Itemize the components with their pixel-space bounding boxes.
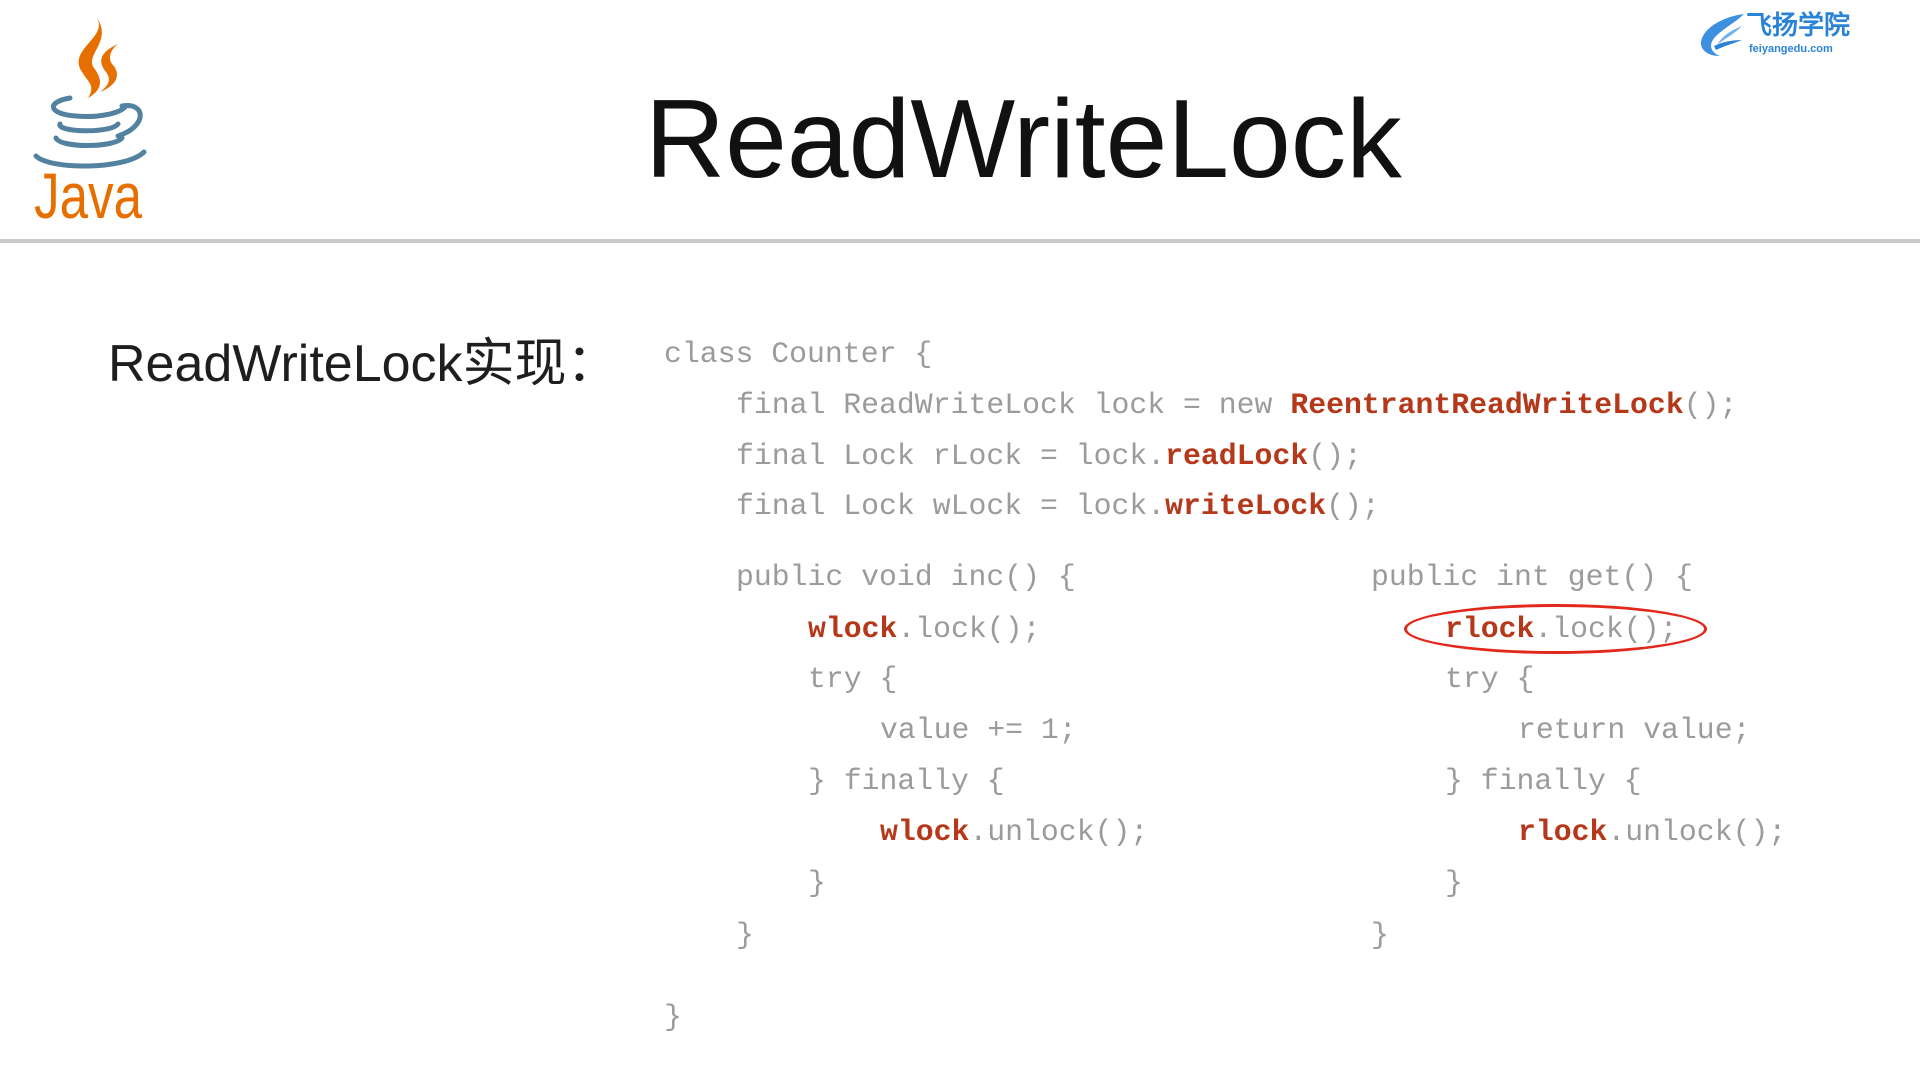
code-line-get-finally-close: } [1445,858,1463,909]
code-text: } [664,1000,682,1034]
brand-name: 飞扬学院 [1746,11,1851,41]
code-line-get-signature: public int get() { [1371,552,1693,603]
code-text: } finally { [808,764,1005,798]
code-text: } [1445,866,1463,900]
code-text: (); [1326,489,1380,523]
code-line-get-close: } [1371,910,1389,961]
code-text: } [1371,918,1389,952]
code-text: class Counter { [664,337,933,371]
code-text: public int get() { [1371,560,1693,594]
code-text: } [808,866,826,900]
code-highlight: readLock [1165,439,1309,473]
code-highlight: ReentrantReadWriteLock [1290,388,1684,422]
code-line-get-body: return value; [1518,705,1750,756]
code-line-inc-unlock: wlock.unlock(); [880,807,1148,858]
code-text: } [736,918,754,952]
section-heading: ReadWriteLock实现： [108,335,619,393]
code-line-inc-body: value += 1; [880,705,1077,756]
annotation-ellipse [1404,604,1707,654]
code-highlight: rlock [1518,815,1608,849]
code-text: .lock(); [897,612,1041,646]
java-logo-text: Java [34,160,142,228]
code-text: value += 1; [880,713,1077,747]
code-highlight: writeLock [1165,489,1327,523]
code-line-get-try: try { [1445,654,1534,705]
code-text: (); [1683,388,1738,422]
code-line-class-open: class Counter { [664,329,932,380]
java-cup-icon [33,95,147,169]
code-text: try { [1445,662,1535,696]
code-line-inc-lock: wlock.lock(); [808,604,1040,655]
code-line-inc-finally: } finally { [808,756,1005,807]
code-text: try { [808,662,898,696]
code-text: } finally { [1445,764,1642,798]
code-line-inc-finally-close: } [808,858,826,909]
feiyang-wing-icon [1700,14,1744,56]
code-line-field-rlock: final Lock rLock = lock.readLock(); [736,431,1362,482]
code-text: .unlock(); [969,815,1149,849]
code-line-inc-try: try { [808,654,897,705]
code-text: .unlock(); [1607,815,1787,849]
code-line-get-finally: } finally { [1445,756,1642,807]
code-text: (); [1308,439,1362,473]
code-line-inc-signature: public void inc() { [736,552,1076,603]
header-divider [0,239,1920,243]
code-line-inc-close: } [736,910,754,961]
slide-title: ReadWriteLock [645,77,1402,201]
code-text: return value; [1518,713,1751,747]
code-line-get-unlock: rlock.unlock(); [1518,807,1786,858]
code-highlight: wlock [880,815,970,849]
java-flame-small-icon [100,44,118,92]
code-text: final Lock wLock = lock. [736,489,1166,523]
code-text: public void inc() { [736,560,1076,594]
code-line-field-lock: final ReadWriteLock lock = new Reentrant… [736,380,1737,431]
code-line-field-wlock: final Lock wLock = lock.writeLock(); [736,481,1380,532]
code-text: final Lock rLock = lock. [736,439,1166,473]
brand-domain: feiyangedu.com [1749,43,1833,55]
java-logo-icon: Java [33,14,147,228]
code-text: final ReadWriteLock lock = new [736,388,1291,422]
code-line-class-close: } [664,992,682,1043]
java-flame-icon [78,14,102,98]
brand-logo: 飞扬学院 feiyangedu.com [1698,10,1858,62]
code-highlight: wlock [808,612,898,646]
